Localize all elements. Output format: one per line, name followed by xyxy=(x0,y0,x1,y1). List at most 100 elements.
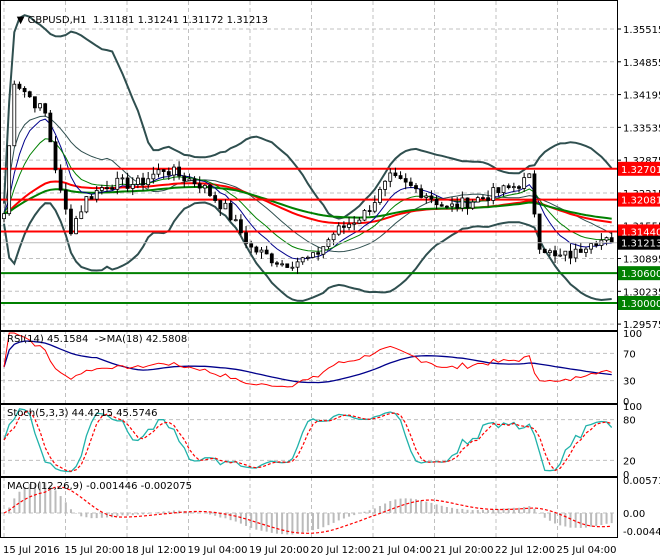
candle-body xyxy=(43,103,48,114)
candle-body xyxy=(336,225,341,235)
candle-body xyxy=(486,197,491,201)
candle-body xyxy=(305,256,310,259)
candle-body xyxy=(290,266,295,269)
level-label: 1.32701 xyxy=(621,165,660,176)
candle-body xyxy=(594,243,599,246)
level-label: 1.30600 xyxy=(621,269,660,280)
candle-body xyxy=(347,223,351,228)
candle-body xyxy=(280,263,285,266)
candle-body xyxy=(434,198,439,206)
candle-body xyxy=(146,178,151,186)
candle-body xyxy=(115,177,120,190)
candle-body xyxy=(403,178,408,183)
rsi-ma-line xyxy=(3,340,612,384)
candle-body xyxy=(48,112,53,143)
candle-body xyxy=(208,184,212,196)
panel-frame xyxy=(0,0,618,331)
time-axis-label: 22 Jul 12:00 xyxy=(495,545,555,556)
candle-body xyxy=(33,96,37,109)
candle-body xyxy=(202,184,207,189)
candle-body xyxy=(573,248,578,259)
candle-body xyxy=(398,175,403,179)
candle-body xyxy=(187,178,192,182)
time-axis-label: 20 Jul 12:00 xyxy=(311,545,371,556)
candle-body xyxy=(444,205,449,208)
open-value: 1.31181 xyxy=(93,15,135,26)
candle-body xyxy=(383,180,388,190)
level-label: 1.32081 xyxy=(621,196,660,207)
candle-body xyxy=(393,172,398,177)
macd-axis-label: 0.005715 xyxy=(623,476,660,487)
candle-body xyxy=(532,173,537,215)
stoch-axis-label: 20 xyxy=(623,456,636,467)
level-label: 1.30000 xyxy=(621,299,660,310)
candle-body xyxy=(563,250,568,256)
candle-body xyxy=(74,218,78,235)
candle-body xyxy=(367,210,372,212)
candle-body xyxy=(450,203,454,207)
candle-body xyxy=(321,246,326,255)
candle-body xyxy=(414,185,418,190)
candle-body xyxy=(295,261,300,268)
candle-body xyxy=(522,177,527,189)
stoch-axis-label: 80 xyxy=(623,416,636,427)
candle-body xyxy=(609,237,614,244)
candle-body xyxy=(156,169,161,175)
price-axis-label: 1.34855 xyxy=(623,58,660,69)
macd-label: MACD(12,26,9) -0.001446 -0.002075 xyxy=(7,481,192,492)
rsi-axis-label: 70 xyxy=(623,349,636,360)
candle-body xyxy=(223,202,228,210)
candle-body xyxy=(172,166,176,176)
macd-axis-label: 0.00 xyxy=(623,509,645,520)
candle-body xyxy=(316,252,321,255)
price-axis-label: 1.34195 xyxy=(623,91,660,102)
stoch-axis-label: 100 xyxy=(623,402,642,413)
candle-body xyxy=(388,172,393,182)
candle-body xyxy=(161,169,166,172)
candle-body xyxy=(233,219,238,222)
candle-body xyxy=(177,166,182,177)
time-axis-label: 19 Jul 20:00 xyxy=(249,545,309,556)
candle-body xyxy=(537,213,542,250)
candle-body xyxy=(491,187,496,201)
rsi-axis-label: 30 xyxy=(623,377,636,388)
candle-body xyxy=(496,187,501,193)
candle-body xyxy=(511,186,516,189)
candle-body xyxy=(110,187,115,190)
chart-header: ▼ GBPUSD,H1 1.31181 1.31241 1.31172 1.31… xyxy=(4,4,268,37)
time-axis-label: 15 Jul 2016 xyxy=(3,545,60,556)
candle-body xyxy=(197,183,202,189)
price-axis-label: 1.33535 xyxy=(623,123,660,134)
candle-body xyxy=(527,173,532,179)
candle-body xyxy=(244,232,248,245)
candle-body xyxy=(589,243,593,250)
price-axis-label: 1.30895 xyxy=(623,255,660,266)
stoch-label: Stoch(5,3,3) 44.4215 45.5746 xyxy=(7,408,158,419)
candle-body xyxy=(7,145,12,215)
candle-body xyxy=(166,171,171,176)
rsi-label: RSI(14) 45.1584 ->MA(18) 42.5808 xyxy=(7,334,188,345)
rsi-axis-label: 100 xyxy=(623,329,642,340)
chart-canvas[interactable]: 1.355151.348551.341951.335351.328751.322… xyxy=(0,0,660,560)
candle-body xyxy=(151,173,156,180)
candle-body xyxy=(429,195,434,200)
candle-body xyxy=(481,197,485,199)
candle-body xyxy=(63,189,68,210)
candle-body xyxy=(311,252,315,258)
candle-body xyxy=(105,187,109,190)
time-axis-label: 25 Jul 04:00 xyxy=(557,545,617,556)
candle-body xyxy=(2,213,6,220)
candle-body xyxy=(419,188,424,198)
candle-body xyxy=(192,178,197,185)
dropdown-triangle-icon[interactable]: ▼ xyxy=(17,15,28,26)
candle-body xyxy=(17,83,22,89)
candle-body xyxy=(22,88,27,93)
candle-body xyxy=(58,169,63,191)
candle-body xyxy=(53,141,58,171)
candle-body xyxy=(408,181,413,186)
candle-body xyxy=(254,246,259,253)
candle-body xyxy=(352,222,357,225)
close-value: 1.31213 xyxy=(226,15,269,26)
candle-body xyxy=(125,177,130,189)
candle-body xyxy=(228,202,233,221)
